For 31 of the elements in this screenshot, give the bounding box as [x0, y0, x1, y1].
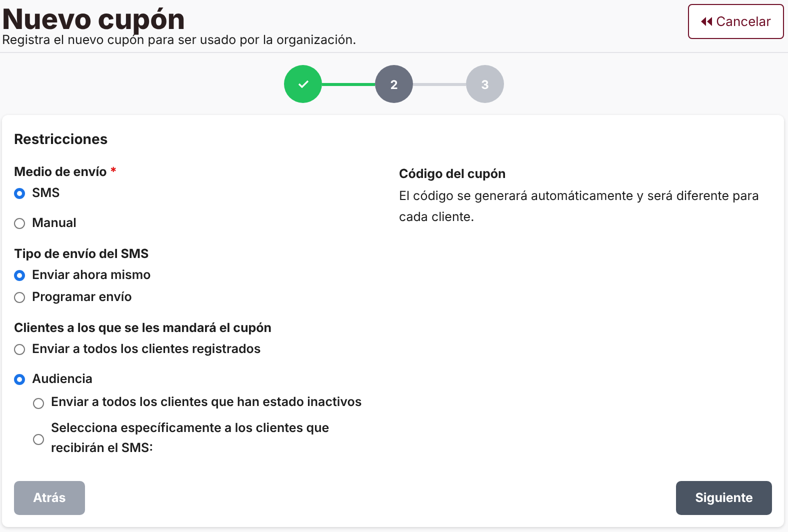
option-label: Enviar ahora mismo — [32, 268, 151, 283]
radio-button[interactable] — [14, 374, 25, 385]
radio-button[interactable] — [33, 434, 44, 444]
radio-button[interactable] — [14, 188, 25, 199]
radio-button[interactable] — [14, 218, 25, 229]
radio-button[interactable] — [33, 398, 44, 408]
page-subtitle: Registra el nuevo cupón para ser usado por la organización. — [2, 34, 356, 48]
step-indicator: 2 — [375, 65, 413, 103]
group-title: Tipo de envío del SMS — [14, 247, 149, 262]
required-asterisk: * — [110, 165, 117, 180]
radio-button[interactable] — [14, 270, 25, 281]
radio-button[interactable] — [14, 344, 25, 355]
rewind-icon — [701, 17, 712, 26]
cancel-button[interactable]: Cancelar — [688, 4, 784, 39]
option-label: Audiencia — [32, 372, 93, 387]
card-title: Restricciones — [14, 131, 109, 148]
step-indicator: 3 — [466, 65, 504, 103]
info-title: Código del cupón — [399, 167, 507, 182]
page-title: Nuevo cupón — [2, 4, 186, 34]
option-label: Programar envío — [32, 290, 132, 305]
option-label: Enviar a todos los clientes registrados — [32, 342, 261, 357]
option-label: Enviar a todos los clientes que han estado inactivos — [51, 394, 362, 412]
group-title: Clientes a los que se les mandará el cupón — [14, 321, 272, 336]
option-label: Manual — [32, 216, 76, 231]
group-title: Medio de envío — [14, 165, 107, 180]
next-button[interactable]: Siguiente — [676, 481, 772, 515]
radio-button[interactable] — [14, 292, 25, 303]
option-label: SMS — [32, 186, 60, 201]
option-label: Selecciona específicamente a los clientes que recibirán el SMS: — [51, 420, 330, 458]
check-icon — [298, 80, 308, 88]
info-text: El código se generará automáticamente y será diferente para cada cliente. — [399, 188, 760, 227]
